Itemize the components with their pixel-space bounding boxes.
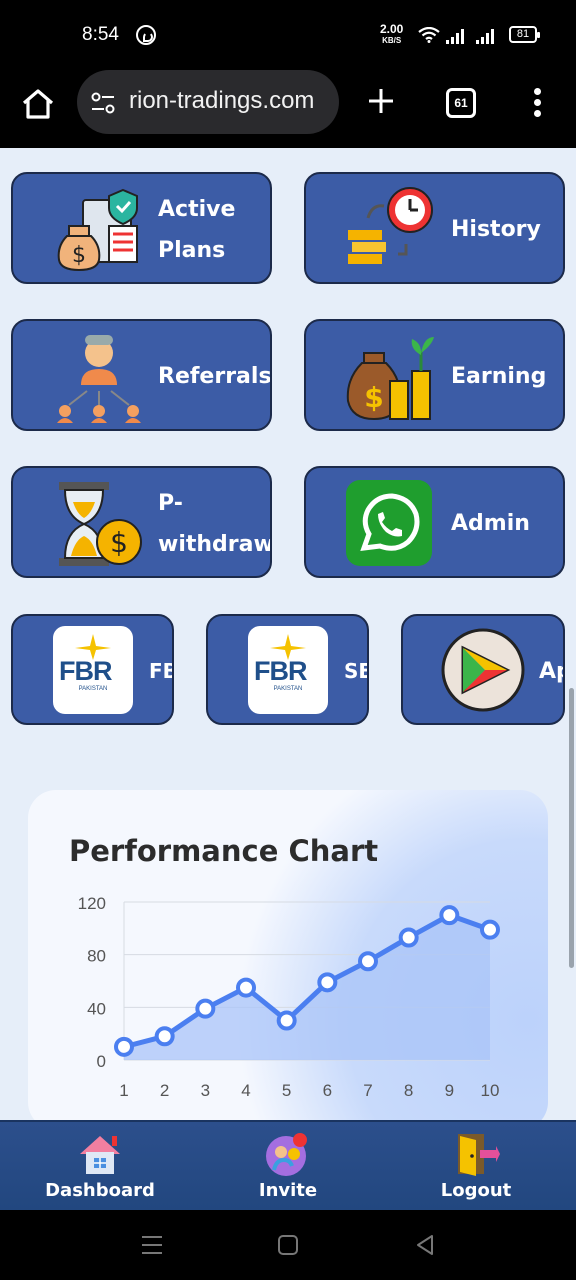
network-speed-unit: KB/S xyxy=(382,36,402,45)
invite-icon xyxy=(266,1133,307,1176)
chart-data-point xyxy=(114,1036,134,1057)
tile-referrals[interactable]: Referrals xyxy=(11,319,272,431)
x-tick-label: 7 xyxy=(363,1081,372,1100)
scrollbar[interactable] xyxy=(569,688,574,968)
recent-apps-icon[interactable] xyxy=(139,1232,165,1258)
whatsapp-icon xyxy=(346,480,432,566)
tile-fbr[interactable]: FBR PAKISTAN FBR xyxy=(11,614,174,725)
tile-p-withdraw[interactable]: $ P- withdraw xyxy=(11,466,272,578)
network-speed: 2.00 KB/S xyxy=(380,22,404,46)
svg-text:$: $ xyxy=(364,381,383,414)
url-text: rion-tradings.com xyxy=(129,87,315,114)
browser-toolbar: rion-tradings.com 61 xyxy=(0,70,576,148)
x-tick-label: 6 xyxy=(323,1081,332,1100)
tile-admin[interactable]: Admin xyxy=(304,466,565,578)
tile-earning-label: Earning xyxy=(451,364,547,389)
chart-data-point xyxy=(317,972,338,993)
tile-history[interactable]: History xyxy=(304,172,565,284)
tile-secp-label: SECP xyxy=(344,659,367,683)
x-tick-label: 3 xyxy=(201,1081,210,1100)
tile-active-plans[interactable]: $ Active Plans xyxy=(11,172,272,284)
withdraw-icon: $ xyxy=(59,482,142,566)
whatsapp-notification-icon xyxy=(136,25,156,45)
nav-logout[interactable]: Logout xyxy=(416,1122,536,1212)
status-time: 8:54 xyxy=(82,24,119,45)
tile-history-label: History xyxy=(451,217,541,242)
battery-icon: 81 xyxy=(509,26,540,43)
performance-chart-card: Performance Chart 0 40 80 120 1 2 3 4 5 6 7 8 9 10 xyxy=(28,790,548,1130)
new-tab-icon[interactable] xyxy=(366,86,396,116)
x-tick-label: 9 xyxy=(445,1081,454,1100)
tile-active-plans-label-1: Active xyxy=(158,197,236,222)
fbr-logo-sub: PAKISTAN xyxy=(78,686,108,692)
tile-secp[interactable]: FBR PAKISTAN SECP xyxy=(206,614,369,725)
site-settings-icon[interactable] xyxy=(91,92,115,114)
y-tick-label: 120 xyxy=(78,894,106,913)
tile-referrals-label: Referrals xyxy=(158,364,272,389)
tile-app-label: App xyxy=(539,659,563,684)
tile-active-plans-label-2: Plans xyxy=(158,238,226,263)
x-tick-label: 8 xyxy=(404,1081,413,1100)
logout-door-icon xyxy=(458,1134,500,1176)
status-bar: 8:54 2.00 KB/S 81 xyxy=(0,0,576,70)
earning-icon: $ xyxy=(346,337,434,421)
fbr-logo-text: FBR xyxy=(59,656,112,686)
system-nav-bar xyxy=(0,1210,576,1280)
referrals-icon xyxy=(57,335,141,423)
address-bar[interactable]: rion-tradings.com xyxy=(77,70,339,134)
y-tick-label: 40 xyxy=(87,999,106,1018)
home-icon[interactable] xyxy=(20,86,56,122)
nav-dashboard-label: Dashboard xyxy=(45,1180,155,1201)
y-tick-label: 0 xyxy=(97,1052,106,1071)
secp-logo-sub: PAKISTAN xyxy=(273,686,303,692)
chart-data-point xyxy=(398,927,419,948)
nav-logout-label: Logout xyxy=(440,1180,512,1201)
chart-data-point xyxy=(236,977,256,998)
secp-logo: FBR PAKISTAN xyxy=(248,626,328,714)
nav-invite[interactable]: Invite xyxy=(228,1122,348,1212)
svg-text:$: $ xyxy=(110,526,128,559)
signal-icon-1 xyxy=(446,28,468,44)
active-plans-icon: $ xyxy=(57,188,138,272)
chart-data-point xyxy=(358,951,378,972)
x-tick-label: 4 xyxy=(241,1081,250,1100)
tile-admin-label: Admin xyxy=(451,511,530,536)
chart-data-point xyxy=(154,1026,175,1047)
house-icon xyxy=(80,1136,120,1174)
tile-p-withdraw-label-2: withdraw xyxy=(158,532,272,557)
chart-area-fill xyxy=(124,915,490,1060)
secp-logo-text: FBR xyxy=(254,656,307,686)
signal-icon-2 xyxy=(476,28,498,44)
y-tick-label: 80 xyxy=(87,947,106,966)
chart-data-point xyxy=(480,919,500,940)
svg-text:$: $ xyxy=(72,243,86,268)
chart-data-point xyxy=(195,998,216,1019)
wifi-icon xyxy=(418,27,440,43)
nav-dashboard[interactable]: Dashboard xyxy=(20,1122,180,1212)
performance-chart: 0 40 80 120 1 2 3 4 5 6 7 8 9 10 xyxy=(78,894,500,1100)
chart-data-point xyxy=(276,1010,297,1031)
network-speed-value: 2.00 xyxy=(380,22,404,36)
x-tick-label: 10 xyxy=(481,1081,500,1100)
play-app-icon xyxy=(441,628,525,712)
x-tick-label: 1 xyxy=(119,1081,128,1100)
chart-data-point xyxy=(439,905,460,926)
back-icon[interactable] xyxy=(412,1232,438,1258)
x-tick-label: 5 xyxy=(282,1081,291,1100)
tab-switcher-button[interactable]: 61 xyxy=(446,88,476,118)
tile-app[interactable]: App xyxy=(401,614,565,725)
tile-earning[interactable]: $ Earning xyxy=(304,319,565,431)
history-icon xyxy=(348,187,433,264)
bottom-nav: Dashboard Invite Logout xyxy=(0,1120,576,1210)
more-menu-icon[interactable] xyxy=(531,88,543,118)
fbr-logo: FBR PAKISTAN xyxy=(53,626,133,714)
tile-p-withdraw-label-1: P- xyxy=(158,491,183,516)
home-nav-icon[interactable] xyxy=(275,1232,301,1258)
tile-fbr-label: FBR xyxy=(149,659,172,683)
x-tick-label: 2 xyxy=(160,1081,169,1100)
nav-invite-label: Invite xyxy=(258,1180,318,1201)
